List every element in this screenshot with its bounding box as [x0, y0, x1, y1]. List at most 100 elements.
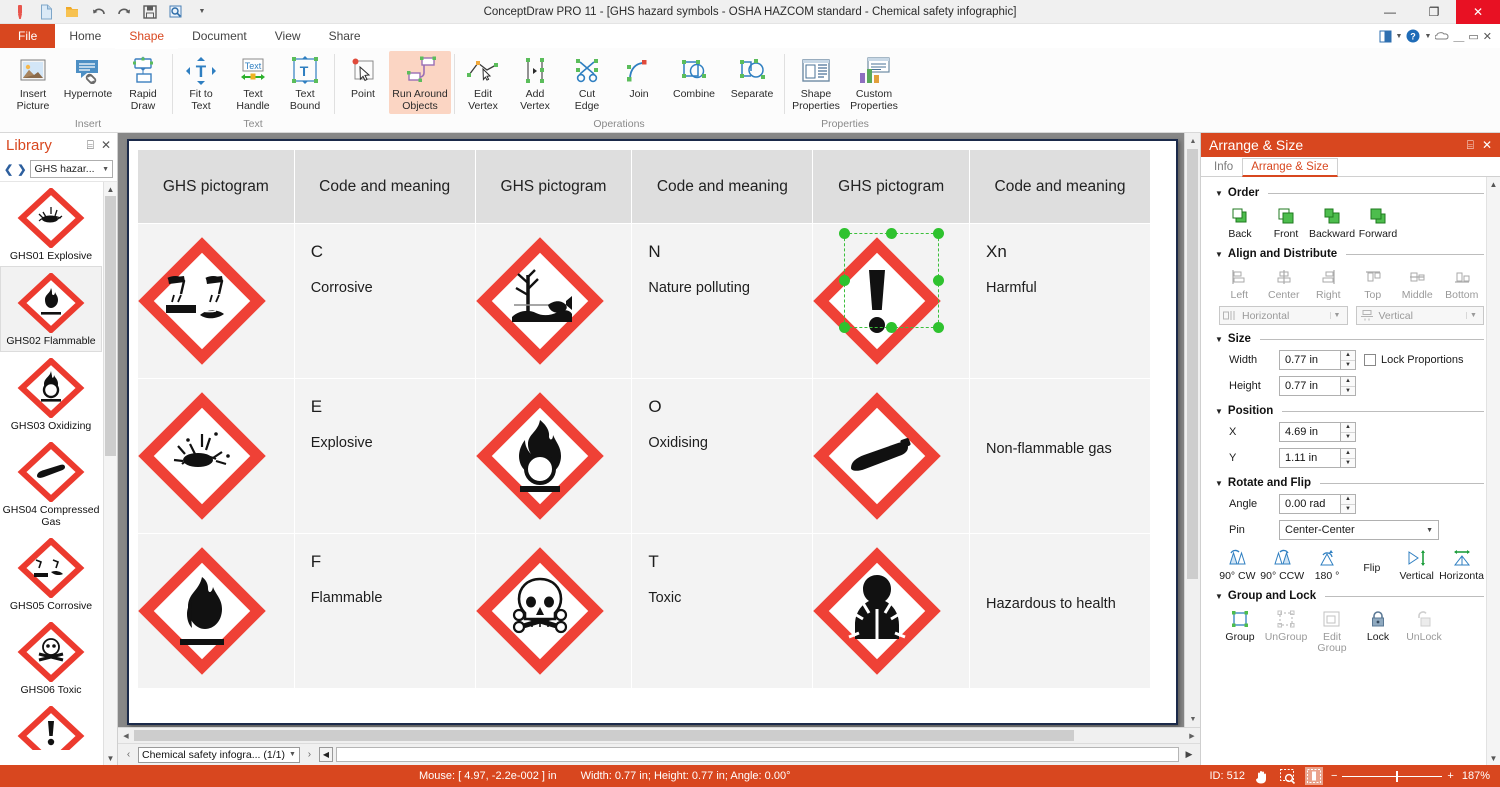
cloud-icon[interactable]: [1435, 31, 1449, 41]
tab-collapse-button[interactable]: ◀: [318, 747, 333, 762]
flip-vertical-button[interactable]: Vertical: [1394, 547, 1439, 582]
tab-share[interactable]: Share: [315, 24, 375, 48]
tab-scroll-right-icon[interactable]: ▶: [1182, 749, 1196, 760]
library-pin-icon[interactable]: ⌸: [87, 138, 94, 153]
meaning-cell-corrosive[interactable]: C Corrosive: [293, 223, 476, 379]
width-input[interactable]: 0.77 in: [1279, 350, 1341, 370]
run-around-objects-button[interactable]: Run Around Objects: [389, 51, 451, 114]
distribute-vertical-combo[interactable]: Vertical ▼: [1355, 306, 1484, 325]
ribbon-restore-icon[interactable]: ▭: [1468, 30, 1478, 43]
rotate-90-ccw-button[interactable]: 90° CCW: [1260, 547, 1305, 582]
library-item-ghs01[interactable]: GHS01 Explosive: [0, 182, 102, 266]
distribute-horizontal-combo[interactable]: Horizontal ▼: [1219, 306, 1348, 325]
chevron-down-icon[interactable]: ▼: [1426, 527, 1433, 534]
stepper-up-icon[interactable]: ▲: [1341, 423, 1355, 433]
meaning-cell-health-hazard[interactable]: Hazardous to health: [969, 533, 1151, 689]
pictogram-cell-health-hazard[interactable]: [812, 533, 970, 689]
library-item-ghs02[interactable]: GHS02 Flammable: [0, 266, 102, 352]
section-order-header[interactable]: ▼ Order: [1215, 187, 1484, 199]
minimize-button[interactable]: —: [1368, 0, 1412, 24]
zoom-region-icon[interactable]: [1279, 767, 1297, 785]
flip-horizontal-button[interactable]: Horizonta: [1439, 547, 1484, 582]
position-y-stepper[interactable]: ▲ ▼: [1341, 448, 1356, 468]
paint-icon[interactable]: [8, 2, 32, 22]
stepper-up-icon[interactable]: ▲: [1341, 495, 1355, 505]
panel-tab-arrange-size[interactable]: Arrange & Size: [1242, 158, 1338, 177]
document-tab-caret-icon[interactable]: ▼: [289, 751, 296, 758]
angle-input[interactable]: 0.00 rad: [1279, 494, 1341, 514]
stepper-up-icon[interactable]: ▲: [1341, 377, 1355, 387]
unlock-button[interactable]: UnLock: [1401, 608, 1447, 654]
save-icon[interactable]: [138, 2, 162, 22]
pictogram-cell-corrosive[interactable]: [137, 223, 295, 379]
cut-edge-button[interactable]: Cut Edge: [561, 51, 613, 114]
align-middle-button[interactable]: Middle: [1395, 266, 1440, 301]
qat-more-icon[interactable]: ▼: [190, 2, 214, 22]
pictogram-cell-gas-cylinder[interactable]: [812, 378, 970, 534]
height-input[interactable]: 0.77 in: [1279, 376, 1341, 396]
tab-overflow-field[interactable]: [335, 747, 1179, 762]
align-top-button[interactable]: Top: [1351, 266, 1396, 301]
panel-layout-icon[interactable]: [1379, 30, 1392, 43]
stepper-down-icon[interactable]: ▼: [1341, 361, 1355, 370]
vertical-scroll-thumb[interactable]: [1187, 149, 1198, 579]
undo-icon[interactable]: [86, 2, 110, 22]
zoom-out-button[interactable]: −: [1331, 770, 1337, 782]
library-close-icon[interactable]: ✕: [101, 138, 111, 153]
height-stepper[interactable]: ▲ ▼: [1341, 376, 1356, 396]
meaning-cell-flammable[interactable]: F Flammable: [293, 533, 476, 689]
maximize-button[interactable]: ❐: [1412, 0, 1456, 24]
angle-stepper[interactable]: ▲ ▼: [1341, 494, 1356, 514]
width-stepper[interactable]: ▲ ▼: [1341, 350, 1356, 370]
library-select[interactable]: GHS hazar... ▼: [30, 160, 113, 178]
chevron-down-icon[interactable]: ▼: [1329, 312, 1344, 319]
tab-next-button[interactable]: ›: [303, 749, 316, 760]
text-handle-button[interactable]: Text Text Handle: [227, 51, 279, 114]
rotate-90-cw-button[interactable]: 90° CW: [1215, 547, 1260, 582]
panel-pin-icon[interactable]: ⌸: [1467, 138, 1474, 153]
scroll-right-icon[interactable]: ▶: [1184, 728, 1200, 744]
document-tab[interactable]: Chemical safety infogra... (1/1) ▼: [138, 746, 300, 763]
meaning-cell-nonflammable-gas[interactable]: Non-flammable gas: [969, 378, 1151, 534]
scroll-up-icon[interactable]: ▲: [1185, 133, 1200, 149]
section-group-header[interactable]: ▼ Group and Lock: [1215, 590, 1484, 602]
panel-scroll-up-icon[interactable]: ▲: [1487, 177, 1500, 191]
fit-to-text-button[interactable]: T Fit to Text: [175, 51, 227, 114]
fit-to-window-icon[interactable]: [1304, 767, 1323, 785]
pictogram-cell-flammable[interactable]: [137, 533, 295, 689]
separate-button[interactable]: Separate: [723, 51, 781, 103]
library-prev-icon[interactable]: ❮: [4, 163, 13, 176]
ribbon-minimize-icon[interactable]: ＿: [1453, 28, 1464, 44]
preview-icon[interactable]: [164, 2, 188, 22]
ribbon-close-icon[interactable]: ✕: [1483, 30, 1492, 43]
ungroup-button[interactable]: UnGroup: [1263, 608, 1309, 654]
scroll-left-icon[interactable]: ◀: [118, 728, 134, 744]
selection-bounding-box[interactable]: [839, 228, 945, 333]
panel-scroll-down-icon[interactable]: ▼: [1487, 751, 1500, 765]
position-x-stepper[interactable]: ▲ ▼: [1341, 422, 1356, 442]
rotate-180-button[interactable]: 180 °: [1305, 547, 1350, 582]
panel-layout-caret-icon[interactable]: ▼: [1396, 33, 1403, 40]
stepper-up-icon[interactable]: ▲: [1341, 351, 1355, 361]
library-scroll-thumb[interactable]: [105, 196, 116, 456]
document-page[interactable]: GHS pictogram Code and meaning GHS picto…: [127, 139, 1178, 725]
library-next-icon[interactable]: ❯: [17, 163, 26, 176]
tab-file[interactable]: File: [0, 24, 56, 48]
stepper-down-icon[interactable]: ▼: [1341, 505, 1355, 514]
meaning-cell-toxic[interactable]: T Toxic: [631, 533, 814, 689]
zoom-thumb[interactable]: [1396, 770, 1399, 782]
panel-tab-info[interactable]: Info: [1205, 158, 1242, 176]
section-align-header[interactable]: ▼ Align and Distribute: [1215, 248, 1484, 260]
meaning-cell-environment[interactable]: N Nature polluting: [631, 223, 814, 379]
section-position-header[interactable]: ▼ Position: [1215, 405, 1484, 417]
library-item-ghs04[interactable]: GHS04 Compressed Gas: [0, 436, 102, 532]
resize-handle-bottom-right[interactable]: [933, 322, 945, 333]
shape-properties-button[interactable]: Shape Properties: [787, 51, 845, 114]
canvas-vertical-scrollbar[interactable]: ▲ ▼: [1184, 133, 1200, 727]
align-left-button[interactable]: Left: [1217, 266, 1262, 301]
align-center-button[interactable]: Center: [1262, 266, 1307, 301]
help-icon[interactable]: ?: [1406, 29, 1420, 43]
library-scrollbar[interactable]: ▲ ▼: [103, 182, 117, 765]
section-rotate-header[interactable]: ▼ Rotate and Flip: [1215, 477, 1484, 489]
stepper-down-icon[interactable]: ▼: [1341, 387, 1355, 396]
